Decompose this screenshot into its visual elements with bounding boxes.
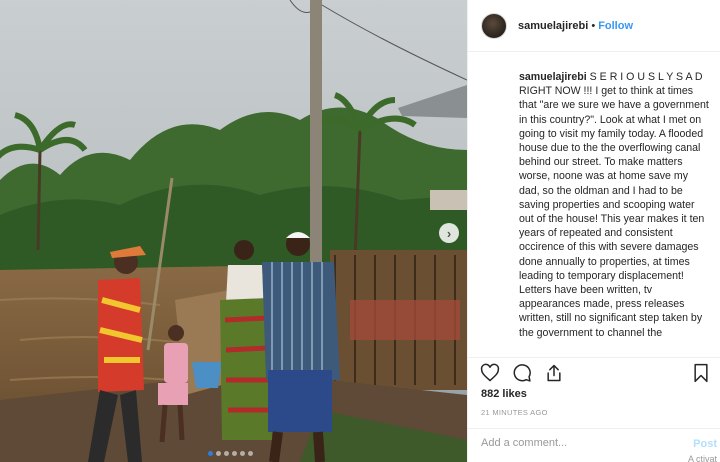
carousel-indicator — [208, 451, 253, 456]
caption-username[interactable]: samuelajirebi — [519, 71, 587, 83]
heart-icon — [480, 363, 500, 382]
caption: samuelajirebi S E R I O U S L Y S A D RI… — [519, 70, 711, 340]
save-button[interactable] — [689, 361, 713, 385]
post-actions-section: 882 likes 21 MINUTES AGO Post A ctivat — [468, 357, 720, 462]
comment-input[interactable] — [481, 437, 671, 449]
share-icon — [547, 364, 561, 382]
comment-icon — [513, 364, 531, 382]
comment-form: Post A ctivat — [468, 428, 720, 462]
post-side-panel: samuelajirebi • Follow samuelajirebi S E… — [467, 0, 720, 462]
caption-container[interactable]: samuelajirebi S E R I O U S L Y S A D RI… — [519, 70, 711, 352]
header-separator: • — [591, 19, 596, 32]
flood-scene-image — [0, 0, 467, 462]
likes-count[interactable]: 882 likes — [481, 388, 527, 400]
carousel-dot — [248, 451, 253, 456]
header-username[interactable]: samuelajirebi — [518, 20, 588, 32]
carousel-dot — [224, 451, 229, 456]
post-photo[interactable]: › — [0, 0, 467, 462]
post-timestamp[interactable]: 21 MINUTES AGO — [481, 408, 548, 417]
like-button[interactable] — [478, 361, 502, 385]
action-icons — [478, 361, 566, 385]
avatar[interactable] — [481, 12, 507, 39]
bookmark-icon — [694, 363, 708, 383]
share-button[interactable] — [542, 361, 566, 385]
activity-text: A ctivat — [687, 454, 717, 462]
carousel-next-button[interactable]: › — [439, 223, 459, 243]
chevron-right-icon: › — [446, 225, 452, 241]
instagram-post-view: › samuelajirebi • Follow samuelajirebi S… — [0, 0, 720, 462]
carousel-dot — [208, 451, 213, 456]
carousel-dot — [232, 451, 237, 456]
carousel-dot — [216, 451, 221, 456]
carousel-dot — [240, 451, 245, 456]
follow-button[interactable]: Follow — [598, 20, 633, 32]
caption-text: S E R I O U S L Y S A D RIGHT NOW !!! I … — [519, 71, 709, 339]
post-comment-button[interactable]: Post — [693, 438, 717, 450]
comment-button[interactable] — [510, 361, 534, 385]
post-header: samuelajirebi • Follow — [468, 0, 720, 52]
